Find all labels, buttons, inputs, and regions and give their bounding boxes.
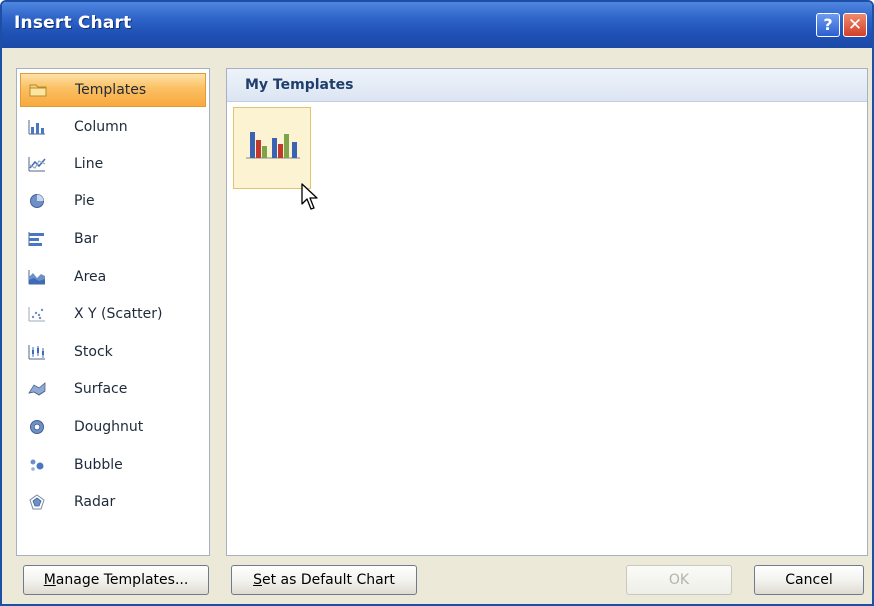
column-chart-template-icon	[246, 132, 300, 159]
sidebar-item-pie[interactable]: Pie	[20, 185, 206, 219]
sidebar-item-label: Templates	[75, 82, 147, 98]
bar-chart-icon	[28, 232, 44, 246]
sidebar-item-bar[interactable]: Bar	[20, 223, 206, 257]
bubble-chart-icon	[30, 459, 44, 471]
sidebar-item-label: Bubble	[74, 457, 123, 473]
sidebar-item-scatter[interactable]: X Y (Scatter)	[20, 298, 206, 332]
sidebar-item-surface[interactable]: Surface	[20, 373, 206, 407]
scatter-chart-icon	[28, 307, 45, 322]
sidebar-item-templates[interactable]: Templates	[20, 73, 206, 107]
set-default-accel: S	[253, 572, 262, 588]
sidebar-item-label: Pie	[74, 193, 95, 209]
sidebar-item-label: Stock	[74, 344, 113, 360]
mouse-cursor-icon	[301, 183, 318, 210]
insert-chart-dialog: Insert Chart ? ✕ Templates Column Line P…	[0, 0, 874, 606]
set-default-chart-button[interactable]: Set as Default Chart	[231, 565, 417, 595]
sidebar-item-label: Radar	[74, 494, 116, 510]
surface-chart-icon	[28, 382, 46, 396]
folder-icon	[29, 84, 47, 97]
cancel-button[interactable]: Cancel	[754, 565, 864, 595]
sidebar-item-area[interactable]: Area	[20, 261, 206, 295]
title-bar[interactable]: Insert Chart ? ✕	[2, 2, 872, 48]
sidebar-item-radar[interactable]: Radar	[20, 486, 206, 520]
doughnut-chart-icon	[30, 420, 44, 434]
window-title: Insert Chart	[14, 13, 132, 33]
chart-type-list: Templates Column Line Pie Bar Area X Y (…	[16, 68, 210, 556]
sidebar-item-label: Line	[74, 156, 104, 172]
close-button[interactable]: ✕	[843, 13, 867, 37]
sidebar-item-line[interactable]: Line	[20, 148, 206, 182]
area-chart-icon	[28, 270, 45, 285]
sidebar-item-label: Surface	[74, 381, 128, 397]
templates-panel: My Templates	[226, 68, 868, 556]
section-header: My Templates	[227, 69, 867, 102]
template-item[interactable]	[233, 107, 311, 189]
stock-chart-icon	[28, 345, 45, 360]
sidebar-item-label: Doughnut	[74, 419, 144, 435]
sidebar-item-column[interactable]: Column	[20, 111, 206, 145]
manage-templates-accel: M	[43, 572, 56, 588]
sidebar-item-label: Column	[74, 119, 128, 135]
section-title: My Templates	[245, 77, 354, 93]
pie-chart-icon	[30, 194, 44, 208]
ok-button[interactable]: OK	[626, 565, 732, 595]
set-default-label: et as Default Chart	[261, 572, 395, 588]
line-chart-icon	[28, 157, 46, 172]
column-chart-icon	[28, 120, 45, 135]
manage-templates-label: anage Templates...	[55, 572, 189, 588]
radar-chart-icon	[29, 494, 45, 510]
sidebar-item-label: X Y (Scatter)	[74, 306, 163, 322]
sidebar-item-stock[interactable]: Stock	[20, 336, 206, 370]
help-button[interactable]: ?	[816, 13, 840, 37]
sidebar-item-bubble[interactable]: Bubble	[20, 449, 206, 483]
sidebar-item-label: Area	[74, 269, 107, 285]
sidebar-item-label: Bar	[74, 231, 98, 247]
manage-templates-button[interactable]: Manage Templates...	[23, 565, 209, 595]
sidebar-item-doughnut[interactable]: Doughnut	[20, 411, 206, 445]
